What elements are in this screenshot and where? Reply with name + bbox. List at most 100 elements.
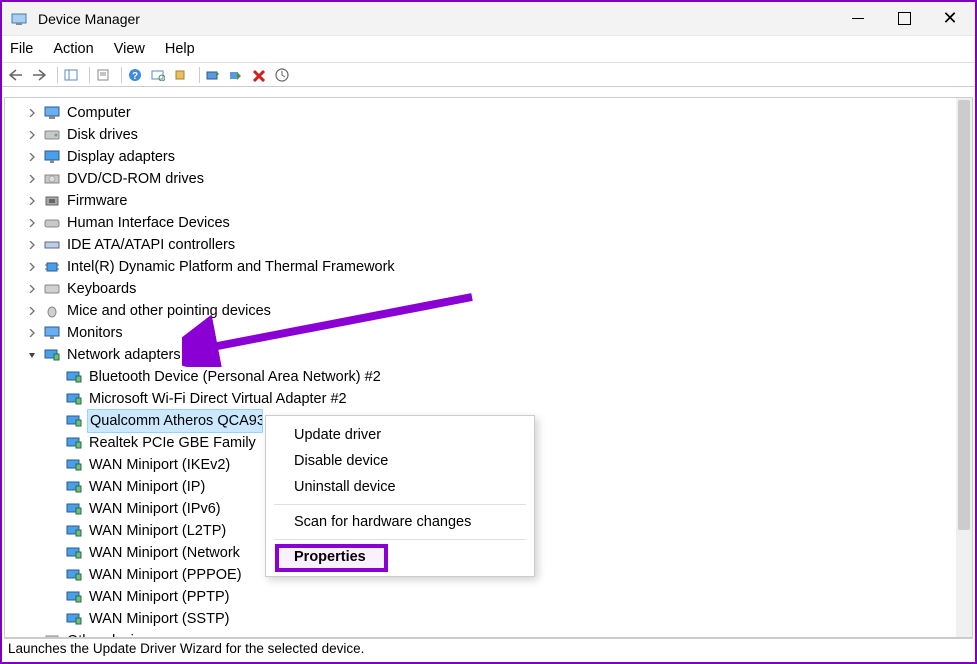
tree-row-label: WAN Miniport (PPTP) <box>89 586 229 608</box>
tree-row[interactable]: Network adapters <box>13 344 972 366</box>
close-button[interactable]: ✕ <box>927 2 973 36</box>
tree-row-label: Firmware <box>67 190 127 212</box>
toolbar-sep <box>84 67 90 83</box>
chevron-right-icon[interactable] <box>25 304 39 318</box>
net-icon <box>65 457 83 473</box>
tree-row[interactable]: ! Other devices <box>13 630 972 637</box>
tree-row-label: WAN Miniport (PPPOE) <box>89 564 242 586</box>
show-hide-console-button[interactable] <box>61 66 81 84</box>
tree-row-label: Monitors <box>67 322 123 344</box>
tree-row-label: WAN Miniport (IP) <box>89 476 205 498</box>
chevron-right-icon[interactable] <box>25 194 39 208</box>
chevron-right-icon[interactable] <box>25 106 39 120</box>
toolbar-sep <box>52 67 58 83</box>
tree-row-label: WAN Miniport (IPv6) <box>89 498 221 520</box>
tree-row-label: Display adapters <box>67 146 175 168</box>
net-icon <box>65 545 83 561</box>
tree-row[interactable]: IDE ATA/ATAPI controllers <box>13 234 972 256</box>
forward-button[interactable] <box>29 66 49 84</box>
tree-row[interactable]: Display adapters <box>13 146 972 168</box>
tree-row-label: WAN Miniport (L2TP) <box>89 520 226 542</box>
tree-row[interactable]: Keyboards <box>13 278 972 300</box>
context-menu-item[interactable]: Update driver <box>266 422 534 448</box>
minimize-button[interactable] <box>835 2 881 36</box>
tree-row[interactable]: Firmware <box>13 190 972 212</box>
tree-row[interactable]: Disk drives <box>13 124 972 146</box>
tree-row-label: Bluetooth Device (Personal Area Network)… <box>89 366 381 388</box>
tree-row-label: Keyboards <box>67 278 136 300</box>
context-menu[interactable]: Update driverDisable deviceUninstall dev… <box>265 415 535 577</box>
context-menu-item[interactable]: Uninstall device <box>266 474 534 500</box>
chevron-right-icon[interactable] <box>25 326 39 340</box>
uninstall-device-button[interactable] <box>249 66 269 84</box>
chevron-down-icon[interactable] <box>25 348 39 362</box>
app-icon <box>10 10 28 28</box>
svg-text:?: ? <box>132 71 138 82</box>
update-driver-button[interactable] <box>203 66 223 84</box>
net-icon <box>65 611 83 627</box>
tree-row-label: Computer <box>67 102 131 124</box>
context-menu-item[interactable]: Scan for hardware changes <box>266 509 534 535</box>
net-icon <box>65 435 83 451</box>
chevron-right-icon[interactable] <box>25 150 39 164</box>
add-legacy-button[interactable] <box>171 66 191 84</box>
scrollbar-thumb[interactable] <box>958 100 970 530</box>
chevron-right-icon[interactable] <box>25 260 39 274</box>
tree-row-label: WAN Miniport (Network <box>89 542 240 564</box>
tree-row[interactable]: DVD/CD-ROM drives <box>13 168 972 190</box>
menu-view[interactable]: View <box>114 41 145 57</box>
window-title: Device Manager <box>38 11 835 27</box>
context-menu-item[interactable]: Disable device <box>266 448 534 474</box>
context-menu-item[interactable]: Properties <box>266 544 534 570</box>
tree-row[interactable]: Monitors <box>13 322 972 344</box>
menu-help[interactable]: Help <box>165 41 195 57</box>
help-button[interactable]: ? <box>125 66 145 84</box>
net-icon <box>65 479 83 495</box>
properties-button[interactable] <box>93 66 113 84</box>
chevron-right-icon[interactable] <box>25 172 39 186</box>
tree-row-label: WAN Miniport (SSTP) <box>89 608 229 630</box>
net-icon <box>65 413 83 429</box>
menubar: File Action View Help <box>2 36 975 63</box>
tree-row[interactable]: WAN Miniport (SSTP) <box>13 608 972 630</box>
tree-row-label: Intel(R) Dynamic Platform and Thermal Fr… <box>67 256 395 278</box>
menu-file[interactable]: File <box>10 41 33 57</box>
chevron-right-icon[interactable] <box>25 238 39 252</box>
statusbar-text: Launches the Update Driver Wizard for th… <box>8 641 364 656</box>
back-button[interactable] <box>6 66 26 84</box>
tree-row[interactable]: Computer <box>13 102 972 124</box>
mouse-icon <box>43 303 61 319</box>
tree-row-label: IDE ATA/ATAPI controllers <box>67 234 235 256</box>
dvd-icon <box>43 171 61 187</box>
other-icon: ! <box>43 633 61 637</box>
context-menu-separator <box>274 504 526 505</box>
tree-row-label: Disk drives <box>67 124 138 146</box>
tree-row-label: Other devices <box>67 630 156 637</box>
maximize-button[interactable] <box>881 2 927 36</box>
chevron-right-icon[interactable] <box>25 216 39 230</box>
toolbar-sep <box>194 67 200 83</box>
scan-hardware-button[interactable] <box>148 66 168 84</box>
disable-device-button[interactable] <box>226 66 246 84</box>
tree-row[interactable]: WAN Miniport (PPTP) <box>13 586 972 608</box>
net-icon <box>65 369 83 385</box>
menu-action[interactable]: Action <box>53 41 93 57</box>
tree-row-label: Human Interface Devices <box>67 212 230 234</box>
tree-row[interactable]: Microsoft Wi-Fi Direct Virtual Adapter #… <box>13 388 972 410</box>
tree-row[interactable]: Intel(R) Dynamic Platform and Thermal Fr… <box>13 256 972 278</box>
tree-row[interactable]: Mice and other pointing devices <box>13 300 972 322</box>
chip-icon <box>43 259 61 275</box>
net-icon <box>65 501 83 517</box>
tree-row-label: Qualcomm Atheros QCA9377 Wireless Networ… <box>87 409 263 433</box>
chevron-right-icon[interactable] <box>25 128 39 142</box>
chevron-right-icon[interactable] <box>25 634 39 637</box>
tree-row-label: WAN Miniport (IKEv2) <box>89 454 230 476</box>
tree-row-label: Mice and other pointing devices <box>67 300 271 322</box>
scan-button[interactable] <box>272 66 292 84</box>
tree-row[interactable]: Bluetooth Device (Personal Area Network)… <box>13 366 972 388</box>
titlebar: Device Manager ✕ <box>2 2 975 36</box>
toolbar: ? <box>2 63 975 87</box>
vertical-scrollbar[interactable] <box>956 98 972 637</box>
tree-row[interactable]: Human Interface Devices <box>13 212 972 234</box>
chevron-right-icon[interactable] <box>25 282 39 296</box>
